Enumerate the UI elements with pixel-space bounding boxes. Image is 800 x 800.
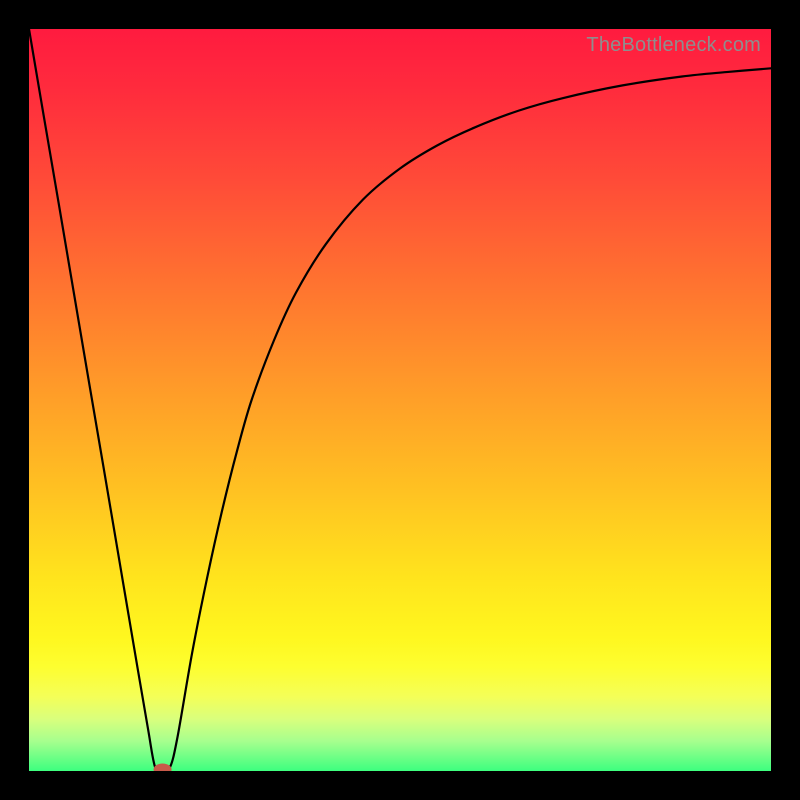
plot-area: TheBottleneck.com	[29, 29, 771, 771]
optimal-point-marker	[154, 764, 172, 771]
bottleneck-curve	[29, 29, 771, 771]
curve-layer	[29, 29, 771, 771]
chart-frame: TheBottleneck.com	[0, 0, 800, 800]
